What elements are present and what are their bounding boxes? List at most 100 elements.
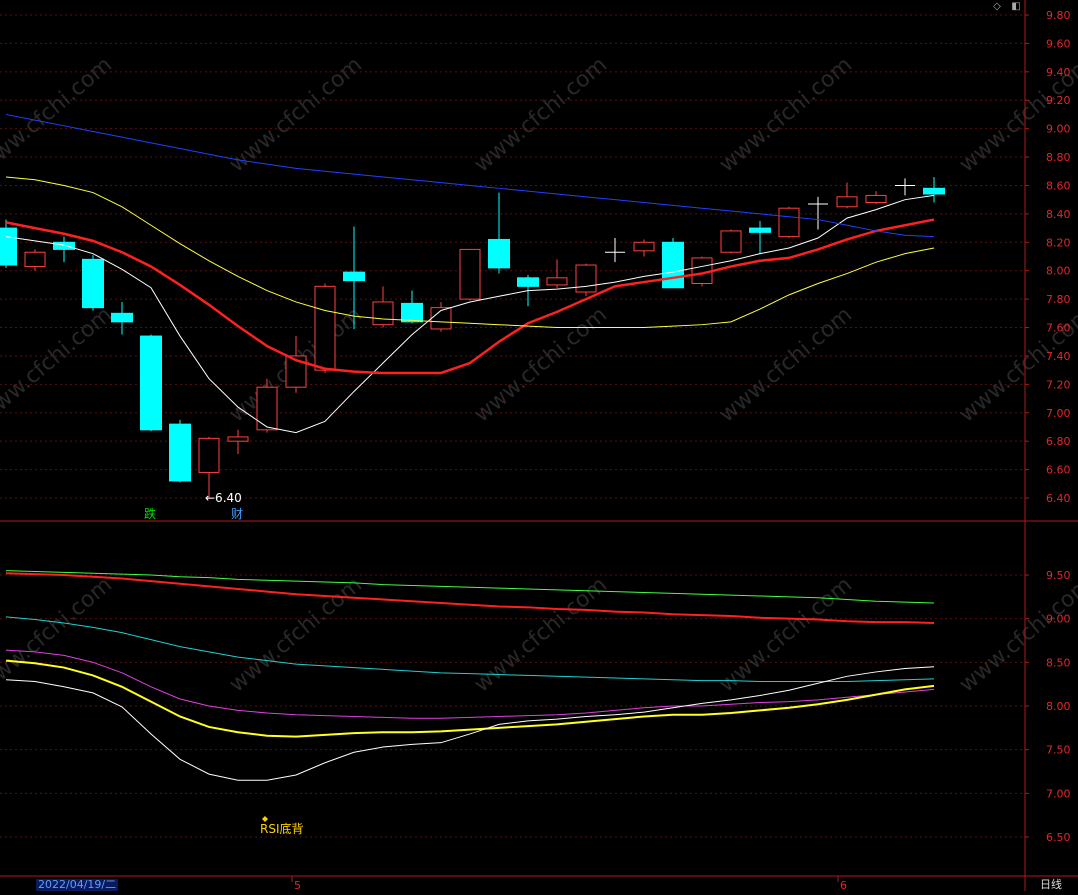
y-tick-label: 9.60 xyxy=(1046,37,1071,50)
candle[interactable] xyxy=(169,419,191,483)
candle-body xyxy=(24,251,46,267)
chart-stage: www.cfchi.com www.cfchi.com www.cfchi.com w… xyxy=(0,0,1078,892)
y-tick-label: 6.60 xyxy=(1046,464,1071,477)
sub-y-tick-label: 7.00 xyxy=(1046,787,1071,800)
candle-body xyxy=(575,264,597,293)
candle[interactable] xyxy=(111,301,133,335)
candle[interactable] xyxy=(227,429,249,454)
candle[interactable] xyxy=(256,378,278,433)
candle[interactable] xyxy=(749,220,771,254)
candle[interactable] xyxy=(662,238,684,289)
candle-body xyxy=(720,230,742,253)
candle-body xyxy=(343,271,365,282)
candle[interactable] xyxy=(82,255,104,311)
candle[interactable] xyxy=(140,334,162,432)
y-tick-label: 9.20 xyxy=(1046,94,1071,107)
sub-y-tick-label: 6.50 xyxy=(1046,831,1071,844)
x-tick-label: 5 xyxy=(294,879,301,891)
sub-y-tick-label: 7.50 xyxy=(1046,744,1071,757)
candle[interactable] xyxy=(865,191,887,204)
candle[interactable] xyxy=(923,176,945,203)
candle[interactable] xyxy=(488,192,510,274)
candle-body xyxy=(459,248,481,300)
window-icon[interactable]: ◧ xyxy=(1011,2,1021,12)
candle-body xyxy=(836,196,858,208)
candle-body xyxy=(0,227,17,266)
y-tick-label: 6.40 xyxy=(1046,492,1071,505)
candle-body xyxy=(662,241,684,289)
indicator-line xyxy=(5,659,935,738)
rsi-divergence-label: RSI底背 xyxy=(260,821,304,836)
y-tick-label: 8.00 xyxy=(1046,265,1071,278)
candle[interactable] xyxy=(53,236,75,263)
sub-y-tick-label: 8.00 xyxy=(1046,700,1071,713)
sub-y-tick-label: 9.50 xyxy=(1046,569,1071,582)
candle[interactable] xyxy=(836,182,858,209)
candle[interactable] xyxy=(895,178,915,196)
candle-body xyxy=(372,301,394,326)
sub-y-tick-label: 9.00 xyxy=(1046,613,1071,626)
candle[interactable] xyxy=(778,206,800,239)
candle[interactable] xyxy=(0,219,17,268)
candle-body xyxy=(314,285,336,371)
sub-y-tick-label: 8.50 xyxy=(1046,656,1071,669)
y-tick-label: 7.60 xyxy=(1046,322,1071,335)
candle-body xyxy=(778,207,800,238)
candle[interactable] xyxy=(198,436,220,498)
chart-canvas[interactable]: www.cfchi.com www.cfchi.com www.cfchi.com w… xyxy=(0,0,1078,892)
x-tick-label: 6 xyxy=(840,879,847,891)
candle-body xyxy=(256,386,278,431)
candle[interactable] xyxy=(401,290,423,324)
candle[interactable] xyxy=(24,249,46,271)
y-tick-label: 7.80 xyxy=(1046,293,1071,306)
y-tick-label: 7.20 xyxy=(1046,378,1071,391)
candle[interactable] xyxy=(546,259,568,288)
candle[interactable] xyxy=(459,248,481,301)
watermark-text: www.cfchi.com xyxy=(470,52,612,177)
candle-body xyxy=(865,194,887,204)
watermark-text: www.cfchi.com xyxy=(0,52,117,177)
watermark-text: www.cfchi.com xyxy=(0,302,117,427)
candle-body xyxy=(53,241,75,250)
candle-body xyxy=(488,238,510,269)
y-tick-label: 9.80 xyxy=(1046,9,1071,22)
candle-body xyxy=(517,277,539,287)
watermark-text: www.cfchi.com xyxy=(225,52,367,177)
candle[interactable] xyxy=(808,196,828,230)
watermark-text: www.cfchi.com xyxy=(715,52,857,177)
y-tick-label: 8.40 xyxy=(1046,208,1071,221)
y-tick-label: 6.80 xyxy=(1046,435,1071,448)
candle-body xyxy=(198,437,220,473)
y-tick-label: 8.60 xyxy=(1046,179,1071,192)
y-tick-label: 9.40 xyxy=(1046,66,1071,79)
y-tick-label: 9.00 xyxy=(1046,123,1071,136)
watermark-text: www.cfchi.com xyxy=(225,572,367,697)
candle-body xyxy=(227,436,249,442)
candle[interactable] xyxy=(575,263,597,297)
candle-body xyxy=(111,312,133,323)
candle[interactable] xyxy=(720,229,742,254)
watermark-text: www.cfchi.com xyxy=(715,302,857,427)
period-label[interactable]: 日线 xyxy=(1040,879,1062,891)
candle-body xyxy=(749,227,771,233)
candle[interactable] xyxy=(372,286,394,328)
signal-marker: 跌 xyxy=(144,506,156,521)
watermark-text: www.cfchi.com xyxy=(955,572,1078,697)
candle-body xyxy=(401,302,423,323)
candle-body xyxy=(169,423,191,482)
date-label: 2022/04/19/二 xyxy=(36,878,119,891)
y-tick-label: 7.40 xyxy=(1046,350,1071,363)
candle[interactable] xyxy=(314,283,336,373)
candle-body xyxy=(923,187,945,195)
candle-body xyxy=(633,241,655,252)
candle-body xyxy=(140,335,162,431)
y-tick-label: 8.80 xyxy=(1046,151,1071,164)
candle[interactable] xyxy=(605,238,625,263)
candle-body xyxy=(546,277,568,286)
diamond-icon[interactable]: ◇ xyxy=(992,2,1002,12)
candle-body xyxy=(82,258,104,309)
watermark-text: www.cfchi.com xyxy=(470,302,612,427)
y-tick-label: 7.00 xyxy=(1046,407,1071,420)
candle[interactable] xyxy=(633,239,655,257)
signal-marker: 财 xyxy=(231,507,243,521)
